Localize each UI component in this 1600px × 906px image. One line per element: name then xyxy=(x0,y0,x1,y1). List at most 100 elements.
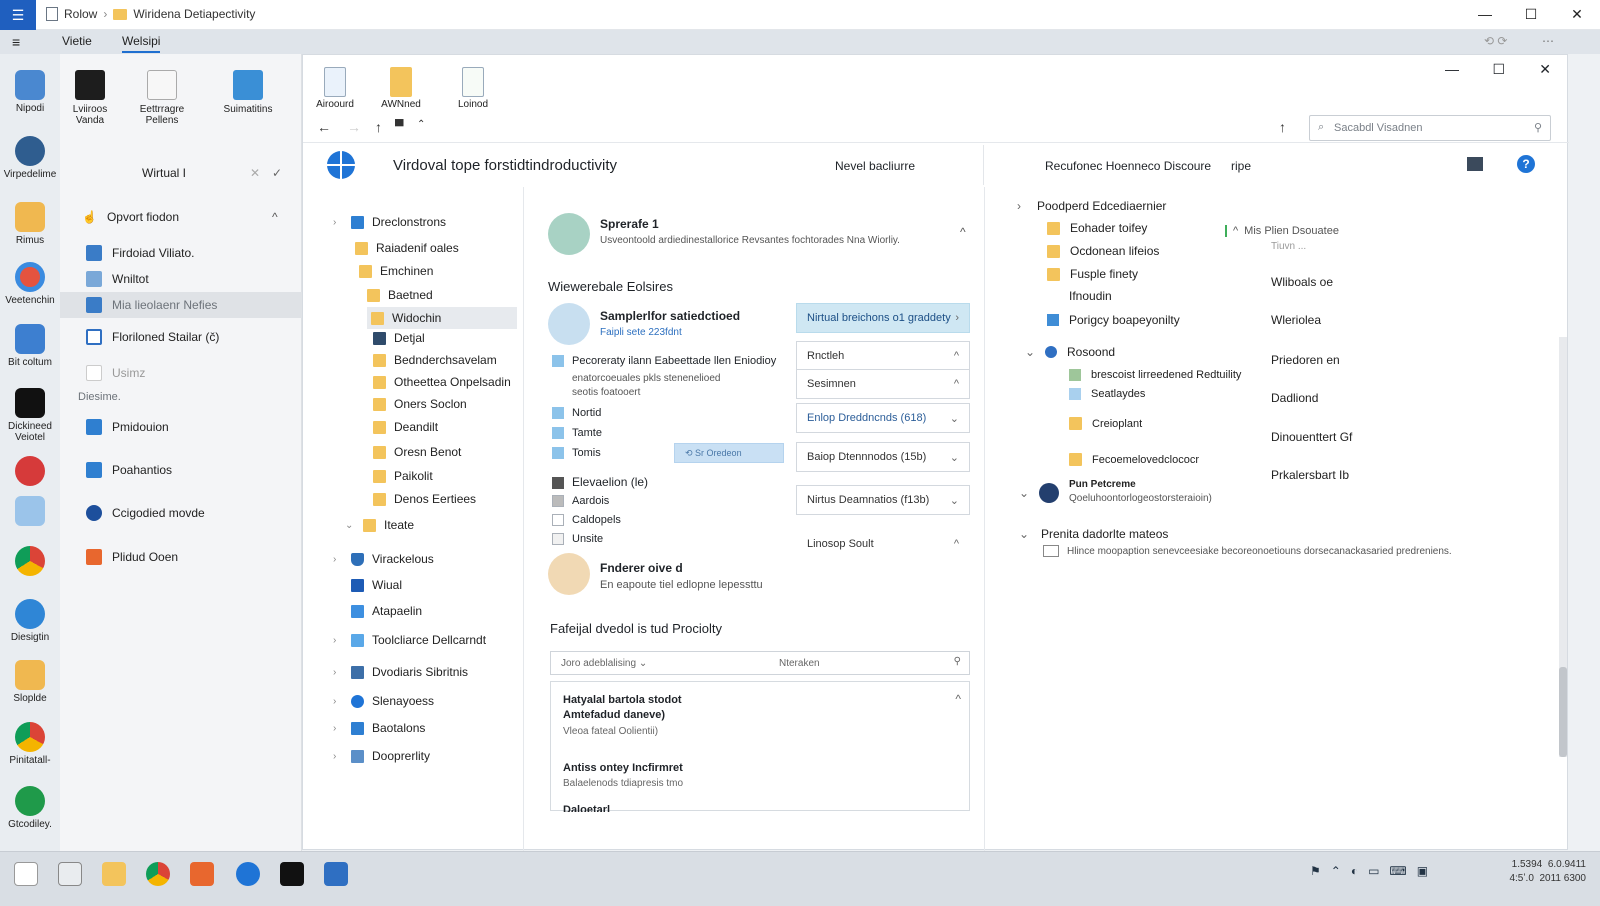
tree-item[interactable]: › Toolcliarce Dellcarndt xyxy=(333,633,486,647)
tree-item[interactable]: Wiual xyxy=(351,578,402,592)
checkbox-icon[interactable] xyxy=(552,533,564,546)
detail-item[interactable]: Seatlaydes xyxy=(1069,388,1145,400)
dropdown-icon[interactable]: ⌃ xyxy=(417,119,425,130)
tree-item[interactable]: › Virackelous xyxy=(333,552,434,566)
lp-item[interactable]: Floriloned Stailar (č) xyxy=(60,324,302,350)
notification-icon[interactable]: ▣ xyxy=(1417,864,1428,878)
close-button[interactable]: ✕ xyxy=(1554,0,1600,28)
lp-item[interactable]: Pmidouion xyxy=(60,414,302,440)
app-sloplde[interactable]: Sloplde xyxy=(0,660,60,704)
user-row[interactable]: ⌄ xyxy=(1019,483,1069,503)
app-nipodi[interactable]: Nipodi xyxy=(0,70,60,114)
app-icon[interactable] xyxy=(324,862,348,886)
sync-icon[interactable]: ⟲ ⟳ xyxy=(1484,34,1507,48)
tree-item[interactable]: ⌄ Iteate xyxy=(345,518,414,532)
group-header[interactable]: ☝ Opvort fiodon ^ xyxy=(60,204,302,230)
tree-item[interactable]: Atapaelin xyxy=(351,604,422,618)
header-action[interactable]: Nevel bacliurre xyxy=(835,159,915,173)
lp-item-selected[interactable]: Mia lieolaenr Nefies xyxy=(60,292,302,318)
app-veetenchin[interactable]: Veetenchin xyxy=(0,262,60,306)
option-item[interactable]: Caldopels xyxy=(552,514,621,527)
result-title[interactable]: Hatyalal bartola stodot xyxy=(563,694,682,706)
app-virpedelime[interactable]: Virpedelime xyxy=(0,136,60,180)
recent-icon[interactable]: ▀ xyxy=(395,119,404,133)
battery-icon[interactable]: ▭ xyxy=(1368,864,1379,878)
small-button[interactable]: ⟲ Sr Oredeon xyxy=(674,443,784,463)
check-icon[interactable]: ✓ xyxy=(272,166,282,180)
chevron-up-icon[interactable]: ^ xyxy=(955,692,961,706)
office-icon[interactable] xyxy=(190,862,214,886)
quick-item-lviiroos[interactable]: Lviiroos Vanda xyxy=(60,70,120,126)
maximize-button[interactable]: ☐ xyxy=(1508,0,1554,28)
search-input[interactable]: ⌕ Sacabdl Visadnen ⚲ xyxy=(1309,115,1551,141)
detail-item[interactable]: Fusple finety xyxy=(1047,267,1138,281)
tree-item[interactable]: Oners Soclon xyxy=(373,397,467,411)
option-item[interactable]: Unsite xyxy=(552,533,603,546)
checkbox-icon[interactable] xyxy=(552,514,564,527)
list-item[interactable]: Tomis xyxy=(552,447,601,460)
help-icon[interactable]: ? xyxy=(1517,155,1535,173)
tab-view[interactable]: Vietie xyxy=(62,34,92,48)
file-explorer-icon[interactable] xyxy=(102,862,126,886)
detail-item[interactable]: Ocdonean lifeios xyxy=(1047,244,1159,258)
filter-bar[interactable]: Joro adeblalising ⌄ Nteraken ⚲ xyxy=(550,651,970,675)
tree-item[interactable]: Oresn Benot xyxy=(373,445,461,459)
lp-item-disabled[interactable]: Usimz xyxy=(60,360,302,386)
app-dickineed[interactable]: Dickineed Veiotel xyxy=(0,388,60,443)
lp-item[interactable]: Firdoiad Viliato. xyxy=(60,240,302,266)
scrollbar-thumb[interactable] xyxy=(1559,667,1567,757)
result-title[interactable]: Daloetarl xyxy=(563,804,610,812)
app-media[interactable] xyxy=(0,456,60,489)
group-header[interactable]: ⌄ Rosoond xyxy=(1025,345,1115,359)
detail-item[interactable]: brescoist lirreedened Redtuility xyxy=(1069,369,1241,381)
list-item[interactable]: Tamte xyxy=(552,427,602,440)
tree-item[interactable]: › Dreclonstrons xyxy=(333,215,446,229)
list-item[interactable]: Nortid xyxy=(552,407,601,420)
hamburger-icon[interactable]: ≡ xyxy=(12,34,20,50)
detail-item[interactable]: Ifnoudin xyxy=(1069,289,1112,303)
app-display[interactable] xyxy=(0,496,60,529)
tree-item[interactable]: Raiadenif oales xyxy=(355,241,459,255)
tree-item[interactable]: › Dooprerlity xyxy=(333,749,430,763)
terminal-icon[interactable] xyxy=(280,862,304,886)
app-chrome[interactable] xyxy=(0,546,60,579)
tab-welsipi[interactable]: Welsipi xyxy=(122,34,161,53)
filter-input[interactable]: Nteraken xyxy=(779,658,820,669)
tree-item-selected[interactable]: Widochin xyxy=(367,307,517,329)
detail-item[interactable]: Creioplant xyxy=(1069,417,1142,430)
chevron-up-icon[interactable]: ^ xyxy=(960,225,966,239)
start-button[interactable] xyxy=(14,862,38,886)
keyboard-icon[interactable]: ⌨ xyxy=(1389,864,1406,878)
app-bitcoltum[interactable]: Bit coltum xyxy=(0,324,60,368)
accordion-button[interactable]: Rnctleh ^ xyxy=(796,341,970,371)
detail-item[interactable]: Fecoemelovedclococr xyxy=(1069,453,1199,466)
app-menu-button[interactable]: ☰ xyxy=(0,0,36,30)
tree-item[interactable]: Baetned xyxy=(367,288,433,302)
tree-item[interactable]: Denos Eertiees xyxy=(373,492,476,506)
search-icon[interactable]: ⚲ xyxy=(1534,121,1542,134)
refresh-up-icon[interactable]: ↑ xyxy=(1279,119,1286,135)
breadcrumb-root[interactable]: Rolow xyxy=(64,7,97,21)
chevron-up-icon[interactable]: ^ xyxy=(1233,225,1238,237)
minimize-button[interactable]: — xyxy=(1462,0,1508,28)
clock[interactable]: 1.5394 6.0.9411 4:5ʼ.0 2011 6300 xyxy=(1509,858,1586,886)
chevron-up-icon[interactable]: ^ xyxy=(272,210,278,224)
checkbox-icon[interactable] xyxy=(552,427,564,440)
result-title[interactable]: Antiss ontey Incfirmret xyxy=(563,762,683,774)
filter-dropdown[interactable]: Joro adeblalising ⌄ xyxy=(561,658,647,669)
detail-item[interactable]: Porigcy boapeyonilty xyxy=(1047,313,1180,327)
accordion-button[interactable]: Linosop Soult ^ xyxy=(796,529,970,559)
tool-airoourd[interactable]: Airoourd xyxy=(305,67,365,110)
app-pinitatall[interactable]: Pinitatall- xyxy=(0,722,60,766)
option-item[interactable]: Elevaelion (le) xyxy=(552,475,648,489)
group-header[interactable]: › Poodperd Edcediaernier xyxy=(1017,199,1166,213)
network-icon[interactable]: ⚑ xyxy=(1310,864,1321,878)
quick-item-eettrragre[interactable]: Eettrragre Pellens xyxy=(132,70,192,126)
search-icon[interactable]: ⚲ xyxy=(954,656,961,667)
tree-item[interactable]: › Baotalons xyxy=(333,721,425,735)
panel-icon[interactable] xyxy=(1467,157,1483,171)
tree-item[interactable]: › Slenayoess xyxy=(333,694,434,708)
accordion-button[interactable]: Sesimnen ^ xyxy=(796,369,970,399)
app-gtcodiley[interactable]: Gtcodiley. xyxy=(0,786,60,830)
tree-item[interactable]: Emchinen xyxy=(359,264,433,278)
